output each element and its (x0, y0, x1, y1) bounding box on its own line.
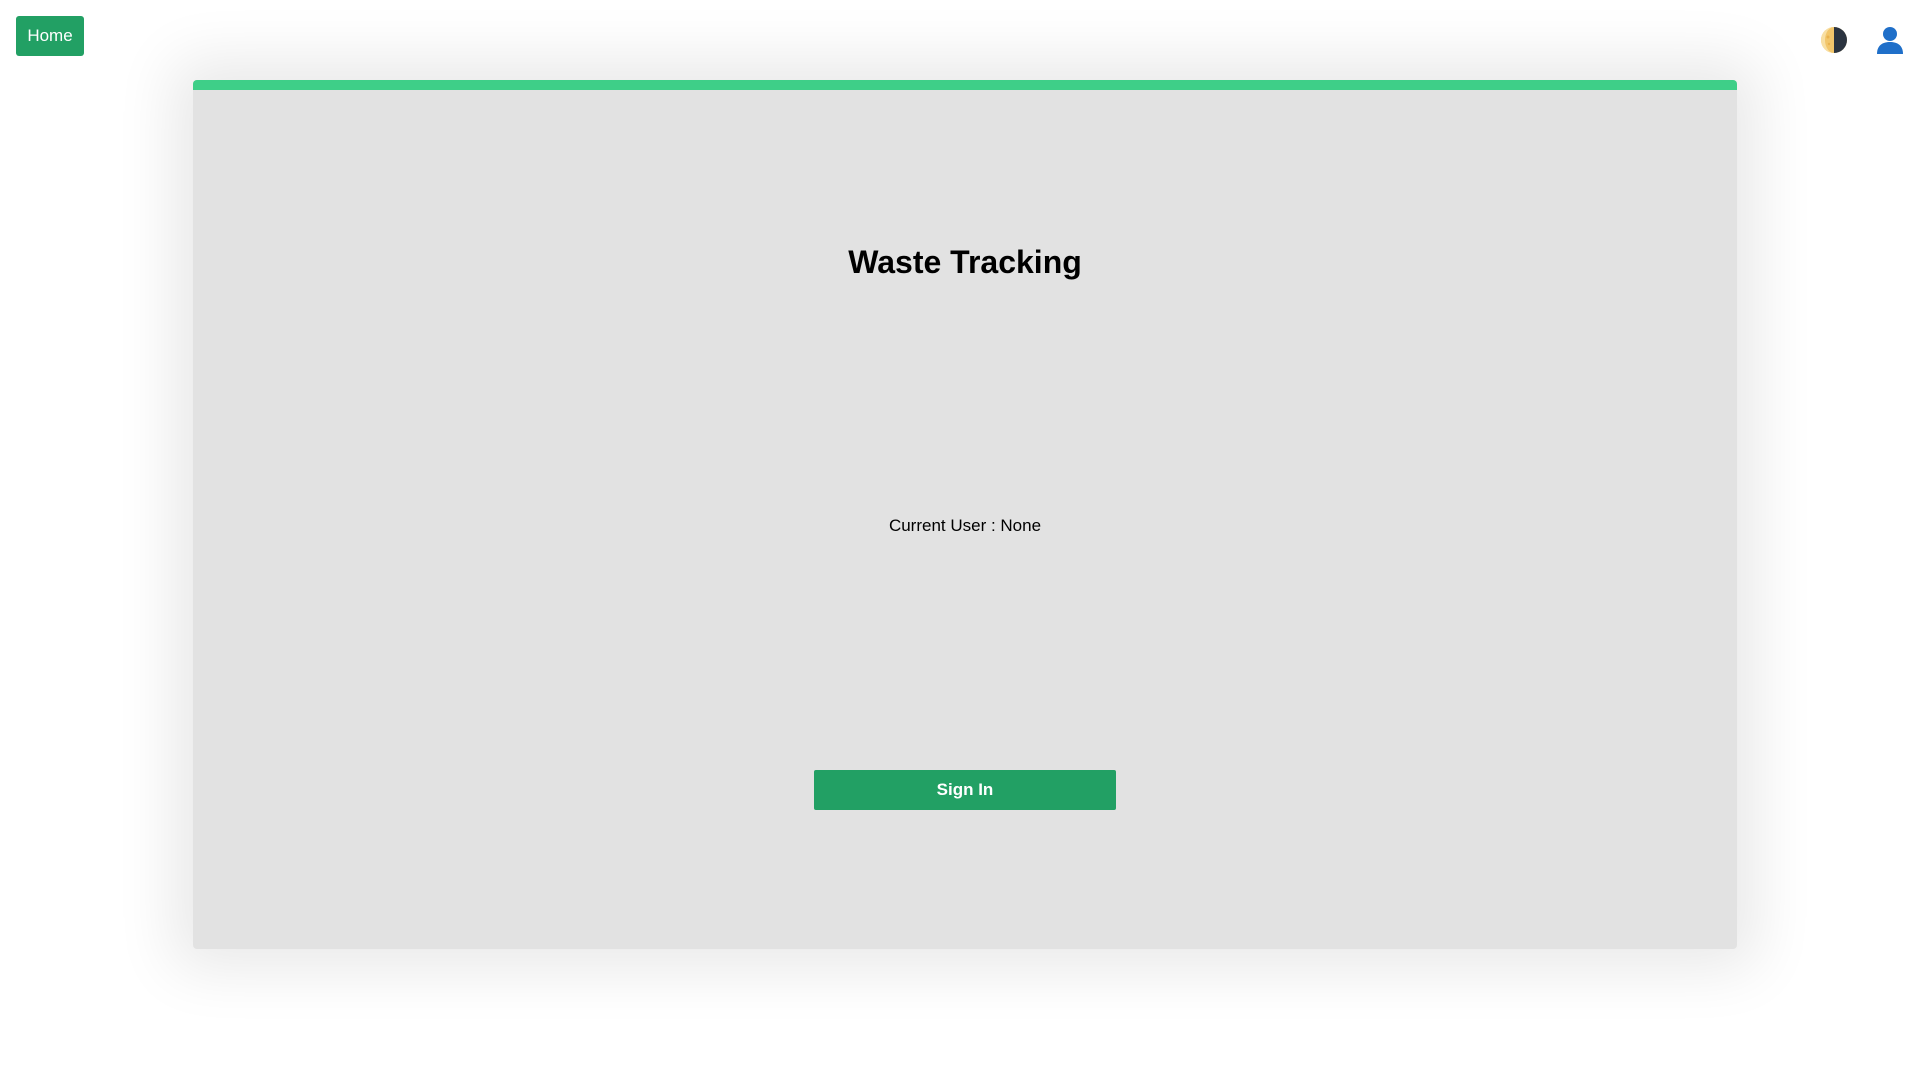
sign-in-button[interactable]: Sign In (814, 770, 1116, 810)
main-card: Waste Tracking Current User : None Sign … (193, 80, 1737, 949)
theme-toggle-icon[interactable] (1820, 26, 1848, 54)
card-accent-bar (193, 80, 1737, 90)
page-title: Waste Tracking (848, 244, 1082, 280)
current-user-label: Current User : None (888, 516, 1042, 535)
home-button[interactable]: Home (16, 16, 84, 56)
user-icon[interactable] (1874, 24, 1906, 56)
